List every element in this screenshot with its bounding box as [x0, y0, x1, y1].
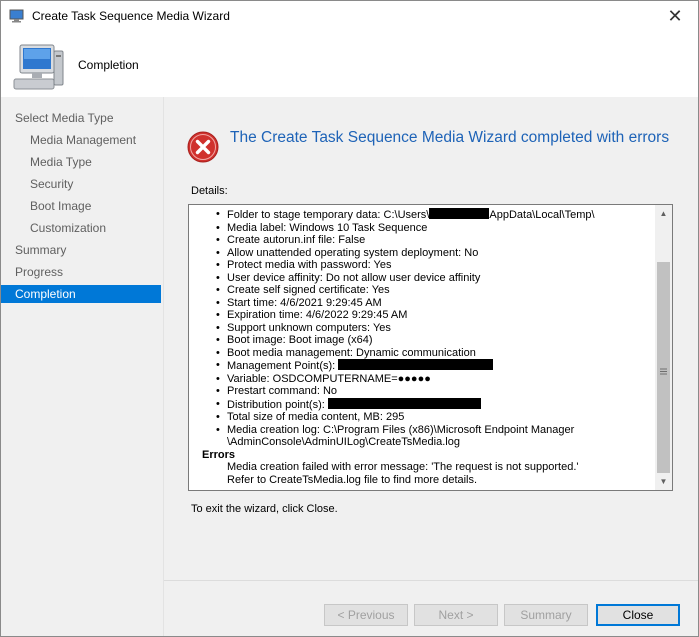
sidebar-item-completion: Completion: [1, 285, 161, 303]
scrollbar-thumb[interactable]: [657, 262, 670, 473]
button-bar: < Previous Next > Summary Close: [164, 580, 698, 637]
detail-protect: Protect media with password: Yes: [202, 259, 652, 272]
details-scrollbar[interactable]: ▲ ▼: [655, 205, 672, 490]
detail-autorun: Create autorun.inf file: False: [202, 234, 652, 247]
main-panel: The Create Task Sequence Media Wizard co…: [164, 97, 698, 636]
wizard-sidebar: Select Media Type Media Management Media…: [1, 97, 164, 636]
detail-boot-management: Boot media management: Dynamic communica…: [202, 347, 652, 360]
error-hint: Refer to CreateTsMedia.log file to find …: [227, 473, 478, 486]
redacted-block: [338, 359, 494, 370]
summary-button[interactable]: Summary: [504, 604, 588, 626]
details-content: Folder to stage temporary data: C:\Users…: [202, 208, 652, 486]
detail-media-label: Media label: Windows 10 Task Sequence: [202, 222, 652, 235]
detail-management-point: Management Point(s):: [202, 359, 652, 373]
details-textbox[interactable]: Folder to stage temporary data: C:\Users…: [188, 204, 673, 491]
error-icon: [187, 131, 219, 163]
detail-creation-log: Media creation log: C:\Program Files (x8…: [202, 424, 652, 437]
detail-expiration-time: Expiration time: 4/6/2022 9:29:45 AM: [202, 309, 652, 322]
wizard-window: Create Task Sequence Media Wizard ✕ Comp…: [0, 0, 699, 637]
grip-icon: [660, 362, 667, 375]
error-message: Media creation failed with error message…: [227, 461, 579, 473]
title-bar: Create Task Sequence Media Wizard ✕: [1, 1, 698, 32]
scroll-down-icon[interactable]: ▼: [655, 473, 672, 490]
detail-start-time: Start time: 4/6/2021 9:29:45 AM: [202, 297, 652, 310]
detail-variable: Variable: OSDCOMPUTERNAME=●●●●●: [202, 373, 652, 386]
detail-distribution-point: Distribution point(s):: [202, 397, 652, 412]
detail-unattended: Allow unattended operating system deploy…: [202, 247, 652, 260]
completion-headline: The Create Task Sequence Media Wizard co…: [230, 129, 670, 146]
sidebar-item-progress: Progress: [15, 265, 64, 279]
redacted-block: [429, 208, 490, 219]
computer-icon: [10, 41, 66, 93]
exit-instruction: To exit the wizard, click Close.: [191, 503, 338, 515]
sidebar-item-security: Security: [30, 177, 74, 191]
window-title: Create Task Sequence Media Wizard: [32, 9, 230, 23]
redacted-block: [327, 397, 481, 409]
detail-creation-log-cont: \AdminConsole\AdminUILog\CreateTsMedia.l…: [227, 436, 460, 448]
details-label: Details:: [191, 185, 228, 197]
detail-unknown-computers: Support unknown computers: Yes: [202, 322, 652, 335]
sidebar-item-media-management: Media Management: [30, 133, 137, 147]
wizard-app-icon: [9, 9, 25, 23]
close-button[interactable]: Close: [596, 604, 680, 626]
sidebar-item-customization: Customization: [30, 221, 107, 235]
next-button[interactable]: Next >: [414, 604, 498, 626]
detail-self-signed: Create self signed certificate: Yes: [202, 284, 652, 297]
scroll-up-icon[interactable]: ▲: [655, 205, 672, 222]
page-title: Completion: [78, 58, 139, 72]
detail-folder: Folder to stage temporary data: C:\Users…: [202, 208, 652, 222]
previous-button[interactable]: < Previous: [324, 604, 408, 626]
detail-media-size: Total size of media content, MB: 295: [202, 411, 652, 424]
sidebar-item-media-type: Media Type: [30, 155, 92, 169]
wizard-header: Completion: [1, 32, 698, 97]
errors-heading: Errors: [202, 448, 236, 461]
sidebar-item-summary: Summary: [15, 243, 67, 257]
sidebar-item-select-media-type: Select Media Type: [15, 111, 114, 125]
detail-affinity: User device affinity: Do not allow user …: [202, 272, 652, 285]
detail-boot-image: Boot image: Boot image (x64): [202, 334, 652, 347]
detail-prestart: Prestart command: No: [202, 385, 652, 398]
window-close-icon[interactable]: ✕: [652, 1, 698, 32]
sidebar-item-boot-image: Boot Image: [30, 199, 92, 213]
